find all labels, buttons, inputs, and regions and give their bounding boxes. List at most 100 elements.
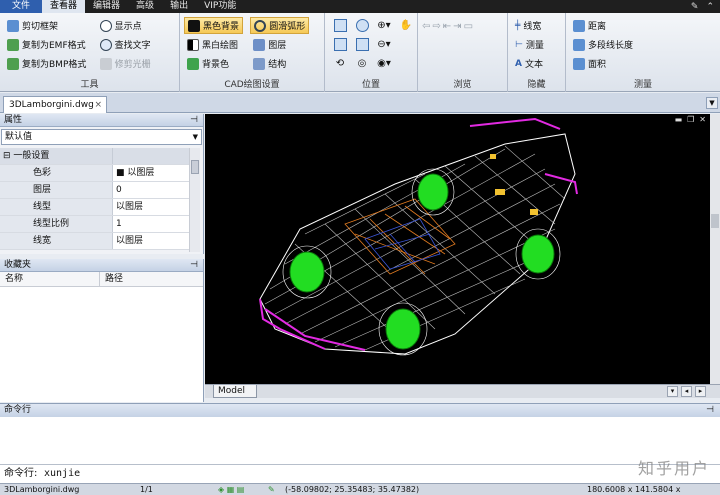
column-name[interactable]: 名称 — [0, 272, 100, 286]
polyline-length-button[interactable]: 多段线长度 — [570, 36, 636, 53]
find-icon — [99, 38, 112, 51]
canvas-vertical-scrollbar[interactable] — [710, 114, 720, 384]
property-row[interactable]: 图层 0 — [0, 182, 190, 199]
file-menu[interactable]: 文件 — [0, 0, 43, 13]
layout-icon[interactable]: ▭ — [464, 21, 473, 32]
category-row[interactable]: ⊟ 一般设置 — [0, 148, 190, 165]
line-width-button[interactable]: ╪ 线宽 — [512, 17, 547, 34]
help-icon[interactable]: ✎ — [691, 2, 699, 12]
clip-frame-button[interactable]: 剪切框架 — [4, 17, 89, 34]
property-row[interactable]: 色彩 ■ 以图层 — [0, 165, 190, 182]
background-color-button[interactable]: 背景色 — [184, 55, 243, 72]
snap-icon[interactable]: ◈ ▦ ▤ — [218, 484, 244, 495]
area-icon — [573, 57, 585, 70]
text-toggle-button[interactable]: A 文本 — [512, 55, 547, 72]
tab-editor[interactable]: 编辑器 — [85, 0, 128, 13]
layout-nav: ▾ ◂ ▸ — [667, 386, 706, 397]
minimize-ribbon-icon[interactable]: ⌃ — [706, 2, 714, 12]
properties-scrollbar[interactable] — [189, 148, 200, 252]
zoom-out-icon[interactable]: ⊖▾ — [373, 36, 395, 53]
trim-raster-button[interactable]: 修剪光栅 — [97, 55, 154, 72]
collapse-icon[interactable]: ⊟ — [3, 151, 11, 161]
close-icon[interactable]: ✕ — [699, 115, 706, 124]
rotate-icon[interactable]: ⟲ — [329, 55, 351, 72]
layers-button[interactable]: 图层 — [250, 36, 309, 53]
zoom-window-icon[interactable] — [351, 17, 373, 34]
copy-emf-button[interactable]: 复制为EMF格式 — [4, 36, 89, 53]
properties-panel: 属性 ⊣ 默认值 ▼ ⊟ 一般设置 色彩 ■ 以图层 图层 0 线型 以图层 线… — [0, 114, 204, 254]
black-background-button[interactable]: 黑色背景 — [184, 17, 244, 34]
next-icon[interactable]: ⇥ — [453, 21, 461, 32]
restore-icon[interactable]: ❐ — [687, 115, 694, 124]
view-3d-icon[interactable]: ◉▾ — [373, 55, 395, 72]
command-input[interactable]: xunjie — [44, 465, 80, 483]
zoom-in-icon[interactable]: ⊕▾ — [373, 17, 395, 34]
command-title-bar: 命令行 ⊣ — [0, 403, 720, 417]
browse-group: ⇦ ⇨ ⇤ ⇥ ▭ 浏览 — [418, 13, 508, 92]
document-tab-bar: 3DLamborgini.dwg × ▼ — [0, 93, 720, 113]
zoom-fit-icon[interactable] — [351, 36, 373, 53]
status-coords: (-58.09802; 25.35483; 35.47382) — [285, 485, 420, 494]
black-bg-icon — [188, 19, 200, 32]
prev-icon[interactable]: ⇤ — [443, 21, 451, 32]
chevron-down-icon: ▼ — [192, 133, 198, 141]
copy-icon — [7, 57, 19, 70]
find-text-button[interactable]: 查找文字 — [97, 36, 154, 53]
pan-hand-icon[interactable]: ✋ — [395, 17, 417, 34]
hide-group: ╪ 线宽 ⊢ 测量 A 文本 隐藏 — [508, 13, 566, 92]
favorites-title-bar: 收藏夹 ⊣ — [0, 259, 203, 272]
property-row[interactable]: 线型比例 1 — [0, 216, 190, 233]
tab-vip[interactable]: VIP功能 — [196, 0, 244, 13]
minimize-icon[interactable]: ▬ — [675, 115, 683, 124]
status-file: 3DLamborgini.dwg — [4, 485, 80, 494]
pin-icon[interactable]: ⊣ — [706, 404, 714, 417]
tab-list-dropdown[interactable]: ▼ — [706, 97, 718, 109]
scroll-right-icon[interactable]: ▸ — [695, 386, 706, 397]
drawing-canvas[interactable]: ▬ ❐ ✕ — [205, 114, 720, 384]
favorites-header: 名称 路径 — [0, 272, 203, 287]
ruler-icon: ⊢ — [515, 39, 523, 50]
tab-advanced[interactable]: 高级 — [128, 0, 162, 13]
ribbon: 剪切框架 复制为EMF格式 复制为BMP格式 显示点 查找文字 修剪光栅 工具 … — [0, 13, 720, 92]
smooth-arc-button[interactable]: 圆滑弧形 — [250, 17, 310, 34]
cad-settings-group: 黑色背景 黑白绘图 背景色 圆滑弧形 图层 结构 CAD绘图设置 — [180, 13, 325, 92]
zoom-extents-icon[interactable] — [329, 17, 351, 34]
pin-icon[interactable]: ⊣ — [190, 114, 198, 127]
measure-toggle-button[interactable]: ⊢ 测量 — [512, 36, 547, 53]
copy-bmp-button[interactable]: 复制为BMP格式 — [4, 55, 89, 72]
tab-viewer[interactable]: 查看器 — [42, 0, 86, 13]
structure-button[interactable]: 结构 — [250, 55, 309, 72]
distance-button[interactable]: 距离 — [570, 17, 636, 34]
tab-output[interactable]: 输出 — [162, 0, 196, 13]
back-icon[interactable]: ⇦ — [422, 21, 430, 32]
status-size: 180.6008 x 141.5804 x 173.8424 — [587, 485, 681, 494]
object-selector[interactable]: 默认值 ▼ — [1, 129, 202, 145]
show-points-button[interactable]: 显示点 — [97, 17, 154, 34]
scroll-left-icon[interactable]: ◂ — [681, 386, 692, 397]
chevron-down-icon[interactable]: ▾ — [667, 386, 678, 397]
fit-icon[interactable] — [329, 36, 351, 53]
command-history — [0, 417, 720, 465]
palette-icon — [187, 57, 199, 70]
clip-icon — [7, 19, 19, 32]
arc-icon — [254, 19, 267, 32]
document-tab[interactable]: 3DLamborgini.dwg × — [3, 96, 107, 113]
bw-drawing-button[interactable]: 黑白绘图 — [184, 36, 243, 53]
forward-icon[interactable]: ⇨ — [432, 21, 440, 32]
distance-icon — [573, 19, 585, 32]
property-row[interactable]: 线宽 以图层 — [0, 233, 190, 250]
position-group: ⊕▾ ✋ ⊖▾ ⟲ ◎ ◉▾ 位置 — [325, 13, 418, 92]
area-button[interactable]: 面积 — [570, 55, 636, 72]
pin-icon[interactable]: ⊣ — [190, 259, 198, 272]
menu-bar: 文件 查看器 编辑器 高级 输出 VIP功能 ✎ ⌃ — [0, 0, 720, 13]
text-icon: A — [515, 58, 522, 69]
orbit-icon[interactable]: ◎ — [351, 55, 373, 72]
structure-icon — [253, 57, 266, 70]
model-tab[interactable]: Model — [213, 385, 257, 398]
close-icon[interactable]: × — [94, 97, 102, 113]
properties-title-bar: 属性 ⊣ — [0, 114, 203, 127]
favorites-panel: 收藏夹 ⊣ 名称 路径 — [0, 259, 204, 402]
column-path[interactable]: 路径 — [100, 272, 203, 286]
property-row[interactable]: 线型 以图层 — [0, 199, 190, 216]
status-bar: 3DLamborgini.dwg 1/1 ◈ ▦ ▤ ✎ (-58.09802;… — [0, 483, 720, 495]
